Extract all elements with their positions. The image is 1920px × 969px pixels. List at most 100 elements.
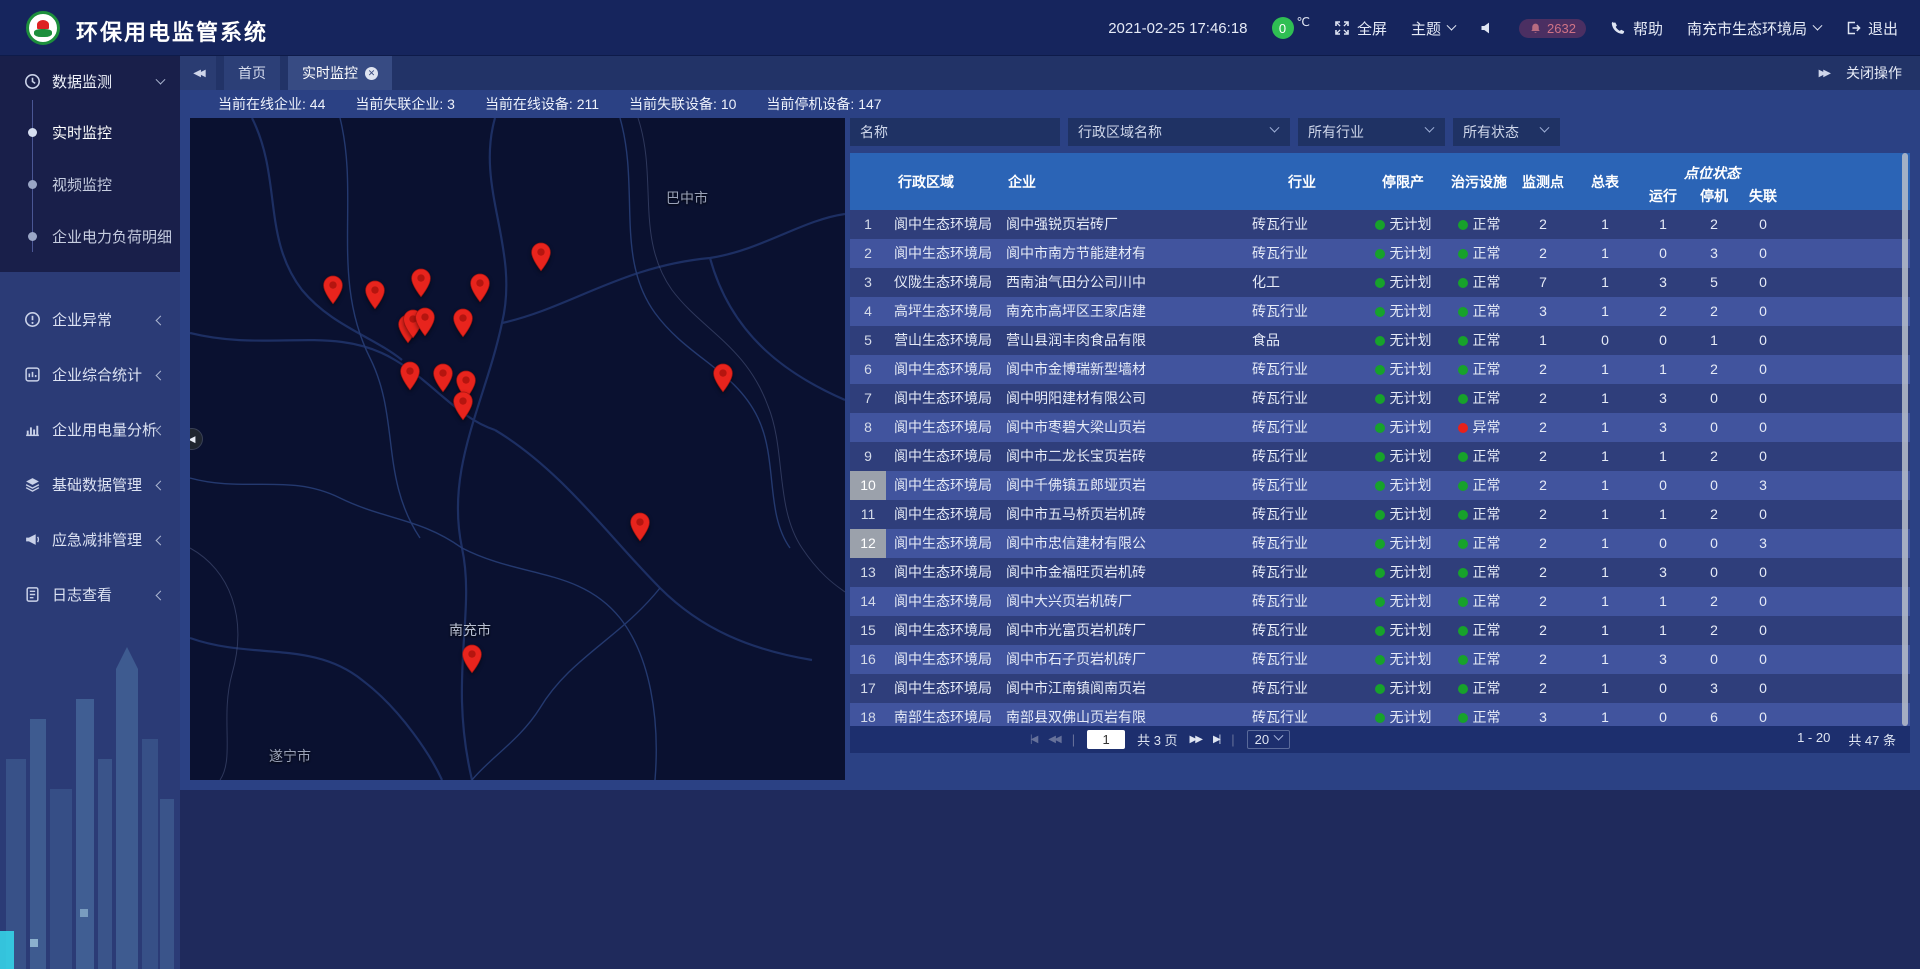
table-row[interactable]: 18 南部生态环境局 南部县双佛山页岩有限 砖瓦行业 无计划 正常 3 1 0 … bbox=[850, 703, 1910, 726]
cell-company: 阆中市金福旺页岩机砖 bbox=[998, 558, 1244, 587]
map-canvas[interactable]: 巴中市南充市遂宁市 ◀ bbox=[190, 118, 845, 780]
cell-production-status: 无计划 bbox=[1360, 297, 1446, 326]
map-pin[interactable] bbox=[411, 268, 432, 298]
chevron-down-icon bbox=[1425, 123, 1435, 133]
sidebar-item-enterprise-statistics[interactable]: 企业综合统计 bbox=[0, 347, 180, 402]
map-pin[interactable] bbox=[462, 644, 483, 674]
row-index: 11 bbox=[850, 500, 886, 529]
cell-run-count: 1 bbox=[1636, 210, 1690, 239]
sidebar-item-data-monitoring[interactable]: 数据监测 bbox=[0, 56, 180, 106]
status-dot-icon bbox=[1375, 481, 1385, 491]
cell-monitor-count: 2 bbox=[1512, 239, 1574, 268]
map-pin[interactable] bbox=[453, 391, 474, 421]
table-row[interactable]: 8 阆中生态环境局 阆中市枣碧大梁山页岩 砖瓦行业 无计划 异常 2 1 3 0… bbox=[850, 413, 1910, 442]
sidebar-item-basic-data[interactable]: 基础数据管理 bbox=[0, 457, 180, 512]
logout-button[interactable]: 退出 bbox=[1845, 18, 1898, 39]
table-scrollbar[interactable] bbox=[1902, 153, 1908, 726]
map-pin[interactable] bbox=[630, 512, 651, 542]
map-pin[interactable] bbox=[400, 361, 421, 391]
name-search-input[interactable] bbox=[850, 118, 1060, 146]
region-select[interactable]: 行政区域名称 bbox=[1068, 118, 1290, 146]
volume-button[interactable] bbox=[1479, 20, 1495, 36]
next-page-button[interactable]: ▶▶ bbox=[1190, 734, 1201, 745]
tabs-scroll-left-button[interactable]: ◀◀ bbox=[180, 56, 216, 90]
cell-lost-count: 0 bbox=[1738, 239, 1788, 268]
cell-run-count: 1 bbox=[1636, 355, 1690, 384]
col-header-point-status-group: 点位状态 bbox=[1636, 153, 1788, 184]
table-row[interactable]: 7 阆中生态环境局 阆中明阳建材有限公司 砖瓦行业 无计划 正常 2 1 3 0… bbox=[850, 384, 1910, 413]
cell-region: 阆中生态环境局 bbox=[886, 413, 998, 442]
cell-stop-count: 0 bbox=[1690, 384, 1738, 413]
first-page-button[interactable]: |◀ bbox=[1030, 734, 1036, 745]
clock-icon bbox=[24, 73, 41, 90]
page-number-input[interactable] bbox=[1087, 730, 1125, 749]
status-dot-icon bbox=[1458, 278, 1468, 288]
cell-treatment-status: 正常 bbox=[1446, 645, 1512, 674]
table-row[interactable]: 2 阆中生态环境局 阆中市南方节能建材有 砖瓦行业 无计划 正常 2 1 0 3… bbox=[850, 239, 1910, 268]
tab-home[interactable]: 首页 bbox=[224, 56, 280, 90]
table-row[interactable]: 3 仪陇生态环境局 西南油气田分公司川中 化工 无计划 正常 7 1 3 5 0 bbox=[850, 268, 1910, 297]
sidebar-item-log-view[interactable]: 日志查看 bbox=[0, 567, 180, 622]
cell-meter-count: 1 bbox=[1574, 674, 1636, 703]
last-page-button[interactable]: ▶| bbox=[1213, 734, 1219, 745]
fullscreen-button[interactable]: 全屏 bbox=[1334, 18, 1387, 39]
status-select[interactable]: 所有状态 bbox=[1453, 118, 1560, 146]
chevron-icon bbox=[157, 311, 164, 328]
sidebar-subitem-video-monitoring[interactable]: 视频监控 bbox=[0, 158, 180, 210]
tabs-scroll-right-button[interactable]: ▶▶ bbox=[1809, 56, 1838, 90]
page-size-select[interactable]: 20 bbox=[1247, 730, 1290, 749]
map-pin[interactable] bbox=[365, 280, 386, 310]
table-row[interactable]: 15 阆中生态环境局 阆中市光富页岩机砖厂 砖瓦行业 无计划 正常 2 1 1 … bbox=[850, 616, 1910, 645]
sidebar-subitem-realtime-monitoring[interactable]: 实时监控 bbox=[0, 106, 180, 158]
stats-icon bbox=[24, 366, 41, 383]
table-row[interactable]: 10 阆中生态环境局 阆中千佛镇五郎垭页岩 砖瓦行业 无计划 正常 2 1 0 … bbox=[850, 471, 1910, 500]
help-button[interactable]: 帮助 bbox=[1610, 18, 1663, 39]
cell-meter-count: 1 bbox=[1574, 558, 1636, 587]
map-pin[interactable] bbox=[323, 275, 344, 305]
table-row[interactable]: 6 阆中生态环境局 阆中市金博瑞新型墙材 砖瓦行业 无计划 正常 2 1 1 2… bbox=[850, 355, 1910, 384]
cell-company: 阆中明阳建材有限公司 bbox=[998, 384, 1244, 413]
table-row[interactable]: 1 阆中生态环境局 阆中强锐页岩砖厂 砖瓦行业 无计划 正常 2 1 1 2 0 bbox=[850, 210, 1910, 239]
sidebar-subitem-power-load-detail[interactable]: 企业电力负荷明细 bbox=[0, 210, 180, 262]
tab-realtime-monitoring[interactable]: 实时监控 ✕ bbox=[288, 56, 392, 90]
row-index: 4 bbox=[850, 297, 886, 326]
table-row[interactable]: 16 阆中生态环境局 阆中市石子页岩机砖厂 砖瓦行业 无计划 正常 2 1 3 … bbox=[850, 645, 1910, 674]
industry-select[interactable]: 所有行业 bbox=[1298, 118, 1445, 146]
org-selector[interactable]: 南充市生态环境局 bbox=[1687, 18, 1821, 39]
col-header-treatment: 治污设施 bbox=[1446, 153, 1512, 210]
cell-industry: 砖瓦行业 bbox=[1244, 616, 1360, 645]
prev-page-button[interactable]: ◀◀ bbox=[1048, 734, 1059, 745]
notification-badge[interactable]: 2632 bbox=[1519, 19, 1586, 38]
table-row[interactable]: 5 营山生态环境局 营山县润丰肉食品有限 食品 无计划 正常 1 0 0 1 0 bbox=[850, 326, 1910, 355]
theme-button[interactable]: 主题 bbox=[1411, 18, 1455, 39]
log-icon bbox=[24, 586, 41, 603]
app-title: 环保用电监管系统 bbox=[76, 15, 268, 47]
close-operations-button[interactable]: 关闭操作 bbox=[1838, 56, 1920, 90]
table-row[interactable]: 17 阆中生态环境局 阆中市江南镇阆南页岩 砖瓦行业 无计划 正常 2 1 0 … bbox=[850, 674, 1910, 703]
map-pin[interactable] bbox=[531, 242, 552, 272]
map-pin[interactable] bbox=[415, 307, 436, 337]
cell-stop-count: 5 bbox=[1690, 268, 1738, 297]
table-row[interactable]: 4 高坪生态环境局 南充市高坪区王家店建 砖瓦行业 无计划 正常 3 1 2 2… bbox=[850, 297, 1910, 326]
map-pin[interactable] bbox=[433, 363, 454, 393]
map-pin[interactable] bbox=[713, 363, 734, 393]
table-row[interactable]: 9 阆中生态环境局 阆中市二龙长宝页岩砖 砖瓦行业 无计划 正常 2 1 1 2… bbox=[850, 442, 1910, 471]
table-row[interactable]: 11 阆中生态环境局 阆中市五马桥页岩机砖 砖瓦行业 无计划 正常 2 1 1 … bbox=[850, 500, 1910, 529]
table-row[interactable]: 12 阆中生态环境局 阆中市忠信建材有限公 砖瓦行业 无计划 正常 2 1 0 … bbox=[850, 529, 1910, 558]
table-row[interactable]: 13 阆中生态环境局 阆中市金福旺页岩机砖 砖瓦行业 无计划 正常 2 1 3 … bbox=[850, 558, 1910, 587]
cell-industry: 砖瓦行业 bbox=[1244, 703, 1360, 726]
map-pin[interactable] bbox=[470, 273, 491, 303]
sidebar-item-enterprise-abnormal[interactable]: 企业异常 bbox=[0, 292, 180, 347]
cell-stop-count: 1 bbox=[1690, 326, 1738, 355]
sidebar-item-power-analysis[interactable]: 企业用电量分析 bbox=[0, 402, 180, 457]
close-icon[interactable]: ✕ bbox=[365, 67, 378, 80]
map-pin[interactable] bbox=[453, 308, 474, 338]
notification-count: 2632 bbox=[1547, 21, 1576, 36]
cell-industry: 砖瓦行业 bbox=[1244, 558, 1360, 587]
sidebar-item-emergency-reduction[interactable]: 应急减排管理 bbox=[0, 512, 180, 567]
cell-treatment-status: 正常 bbox=[1446, 210, 1512, 239]
cell-meter-count: 1 bbox=[1574, 471, 1636, 500]
cell-production-status: 无计划 bbox=[1360, 326, 1446, 355]
cell-monitor-count: 2 bbox=[1512, 645, 1574, 674]
table-row[interactable]: 14 阆中生态环境局 阆中大兴页岩机砖厂 砖瓦行业 无计划 正常 2 1 1 2… bbox=[850, 587, 1910, 616]
